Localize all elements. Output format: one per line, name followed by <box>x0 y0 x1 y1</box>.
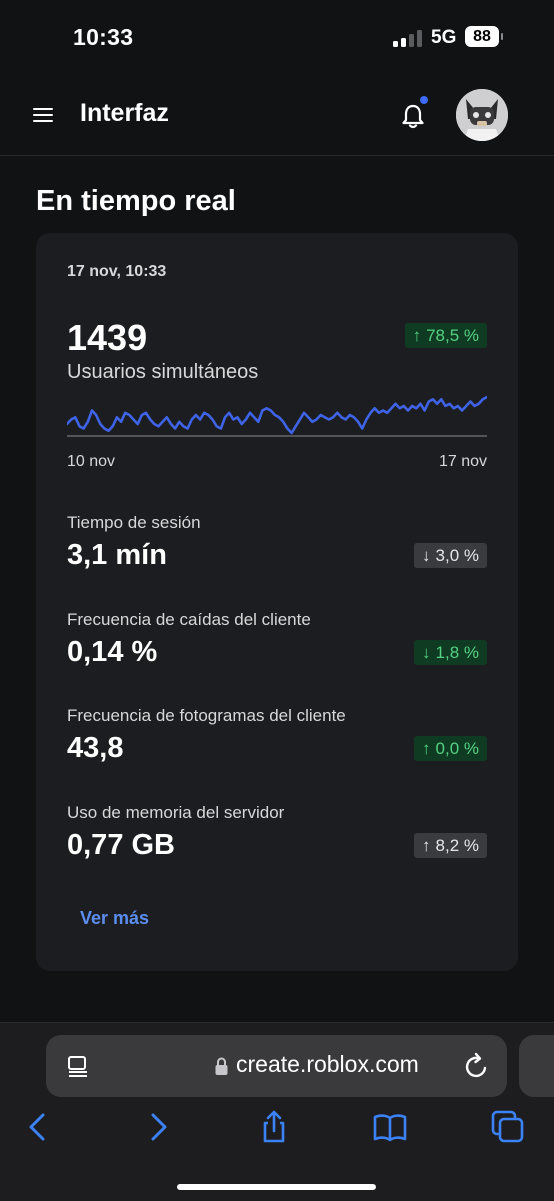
app-header: Interfaz <box>0 75 554 156</box>
server-memory-value: 0,77 GB <box>67 829 175 861</box>
url-text: create.roblox.com <box>236 1051 419 1077</box>
concurrent-users-label: Usuarios simultáneos <box>67 361 259 383</box>
arrow-down-icon: ↓ <box>422 546 431 565</box>
battery-icon: 88 <box>465 26 503 47</box>
next-tab-preview[interactable] <box>519 1035 554 1097</box>
concurrent-users-change-badge: ↑ 78,5 % <box>404 323 487 348</box>
reload-icon[interactable] <box>463 1051 491 1081</box>
session-time-value: 3,1 mín <box>67 539 167 571</box>
lock-icon <box>215 1057 228 1075</box>
page-title: Interfaz <box>80 99 169 127</box>
server-memory-change-badge: ↑ 8,2 % <box>414 833 487 858</box>
concurrent-users-chart <box>67 395 487 437</box>
frame-rate-label: Frecuencia de fotogramas del cliente <box>67 706 346 725</box>
notification-bell-icon[interactable] <box>400 96 428 130</box>
network-type: 5G <box>431 27 457 48</box>
tabs-icon[interactable] <box>490 1109 526 1145</box>
chart-start-label: 10 nov <box>67 453 116 470</box>
realtime-card: 17 nov, 10:33 1439 ↑ 78,5 % Usuarios simu… <box>36 233 518 971</box>
arrow-down-icon: ↓ <box>422 643 431 662</box>
arrow-up-icon: ↑ <box>422 836 431 855</box>
home-indicator <box>177 1184 376 1190</box>
see-more-link[interactable]: Ver más <box>80 908 149 929</box>
concurrent-users-value: 1439 <box>67 317 148 358</box>
section-title: En tiempo real <box>36 185 236 217</box>
forward-icon[interactable] <box>140 1109 176 1145</box>
server-memory-label: Uso de memoria del servidor <box>67 803 285 822</box>
share-icon[interactable] <box>256 1109 292 1145</box>
chart-end-label: 17 nov <box>438 453 487 470</box>
card-date: 17 nov, 10:33 <box>67 263 167 280</box>
crash-rate-value: 0,14 % <box>67 636 158 668</box>
crash-rate-label: Frecuencia de caídas del cliente <box>67 610 311 629</box>
signal-icon <box>393 30 423 47</box>
crash-rate-change-badge: ↓ 1,8 % <box>414 640 487 665</box>
session-time-change-badge: ↓ 3,0 % <box>414 543 487 568</box>
status-bar: 10:33 5G 88 <box>0 0 554 75</box>
notification-dot <box>420 96 428 104</box>
page-menu-icon[interactable] <box>66 1054 90 1078</box>
avatar[interactable] <box>456 89 508 141</box>
chart-series-line <box>67 395 487 435</box>
browser-toolbar: create.roblox.com <box>0 1022 554 1201</box>
arrow-up-icon: ↑ <box>422 739 431 758</box>
bookmarks-icon[interactable] <box>372 1109 408 1145</box>
menu-icon[interactable] <box>33 108 53 123</box>
back-icon[interactable] <box>20 1109 56 1145</box>
session-time-label: Tiempo de sesión <box>67 513 201 532</box>
address-bar[interactable]: create.roblox.com <box>46 1035 507 1097</box>
frame-rate-change-badge: ↑ 0,0 % <box>414 736 487 761</box>
status-time: 10:33 <box>73 24 134 50</box>
frame-rate-value: 43,8 <box>67 732 124 764</box>
arrow-up-icon: ↑ <box>412 326 422 345</box>
